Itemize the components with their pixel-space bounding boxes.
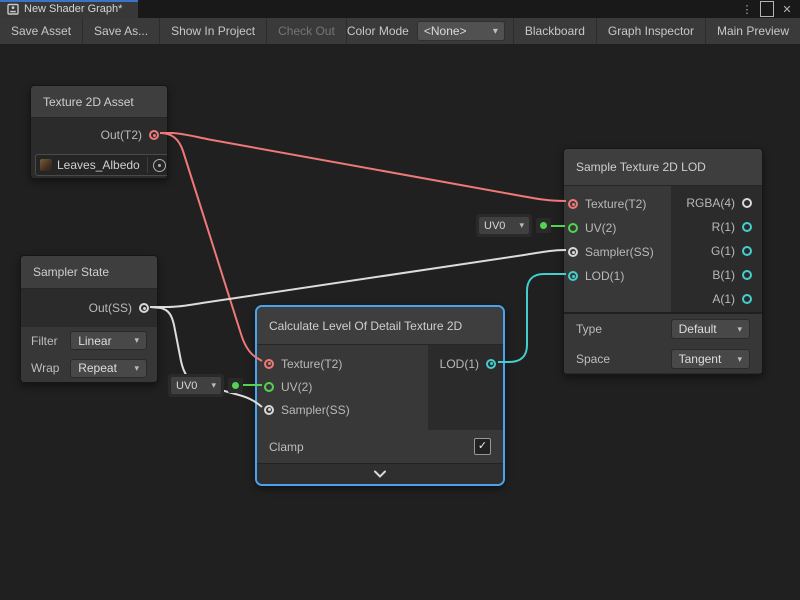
graph-inspector-button[interactable]: Graph Inspector <box>596 18 705 44</box>
filter-value: Linear <box>78 334 111 348</box>
filter-dropdown[interactable]: Linear <box>70 331 147 350</box>
port-label: Sampler(SS) <box>585 245 654 259</box>
port-r-output[interactable] <box>742 222 752 232</box>
port-label: B(1) <box>712 268 735 282</box>
port-label: UV(2) <box>585 221 616 235</box>
port-lod-input[interactable] <box>568 271 578 281</box>
edge-sampler-to-sample[interactable] <box>150 250 566 307</box>
toolbar: Save Asset Save As... Show In Project Ch… <box>0 18 800 44</box>
port-label: A(1) <box>712 292 735 306</box>
port-label: LOD(1) <box>440 357 479 371</box>
object-picker-icon[interactable] <box>153 159 166 172</box>
edge-texture-to-sample[interactable] <box>160 133 566 201</box>
node-title: Sampler State <box>21 256 157 289</box>
texture-thumbnail-icon <box>40 159 52 171</box>
close-icon[interactable]: ✕ <box>780 2 794 16</box>
window-controls: ⋮ ✕ <box>740 0 800 18</box>
port-texture-input[interactable] <box>568 199 578 209</box>
port-b-output[interactable] <box>742 270 752 280</box>
node-title: Calculate Level Of Detail Texture 2D <box>257 307 503 345</box>
active-tab-accent <box>0 0 138 2</box>
port-label: RGBA(4) <box>686 196 735 210</box>
maximize-glyph <box>760 1 774 17</box>
check-out-button: Check Out <box>267 18 347 44</box>
port-out-ss[interactable] <box>139 303 149 313</box>
color-mode-label: Color Mode <box>347 18 417 44</box>
port-a-output[interactable] <box>742 294 752 304</box>
type-value: Default <box>679 322 717 336</box>
uv-connector-dot-icon <box>232 382 239 389</box>
maximize-icon[interactable] <box>760 2 774 16</box>
uv-channel-value: UV0 <box>484 220 505 232</box>
port-out-t2[interactable] <box>149 130 159 140</box>
port-label: Out(T2) <box>101 128 142 142</box>
show-in-project-button[interactable]: Show In Project <box>160 18 267 44</box>
node-title: Sample Texture 2D LOD <box>564 149 762 186</box>
uv-connector-dot-icon <box>540 222 547 229</box>
color-mode-value: <None> <box>424 24 467 38</box>
edge-lod-to-sample[interactable] <box>498 274 566 362</box>
uv-channel-value: UV0 <box>176 380 197 392</box>
main-preview-button[interactable]: Main Preview <box>705 18 800 44</box>
port-label: Out(SS) <box>89 301 132 315</box>
node-expander[interactable] <box>257 463 503 484</box>
shader-graph-window: New Shader Graph* ⋮ ✕ Save Asset Save As… <box>0 0 800 600</box>
space-dropdown[interactable]: Tangent <box>671 349 750 369</box>
port-lod-output[interactable] <box>486 359 496 369</box>
graph-canvas[interactable]: Texture 2D Asset Out(T2) Leaves_Albedo S… <box>0 44 800 600</box>
node-sample-texture-2d-lod[interactable]: Sample Texture 2D LOD Texture(T2) UV(2) … <box>563 148 763 375</box>
shader-graph-icon <box>7 3 19 15</box>
uv-channel-dropdown[interactable]: UV0 <box>171 377 221 394</box>
type-dropdown[interactable]: Default <box>671 319 750 339</box>
port-label: UV(2) <box>281 380 312 394</box>
uv-chip-panel: UV0 <box>476 214 532 237</box>
port-texture-input[interactable] <box>264 359 274 369</box>
color-mode-dropdown[interactable]: <None> <box>417 21 505 41</box>
node-calculate-lod-texture-2d[interactable]: Calculate Level Of Detail Texture 2D Tex… <box>255 305 505 486</box>
port-g-output[interactable] <box>742 246 752 256</box>
filter-label: Filter <box>31 334 70 348</box>
save-asset-button[interactable]: Save Asset <box>0 18 83 44</box>
wrap-label: Wrap <box>31 361 70 375</box>
field-divider <box>147 157 148 173</box>
port-rgba-output[interactable] <box>742 198 752 208</box>
clamp-checkbox[interactable]: ✓ <box>474 438 491 455</box>
port-sampler-input[interactable] <box>568 247 578 257</box>
uv-chip-panel: UV0 <box>168 374 224 397</box>
window-tab[interactable]: New Shader Graph* <box>0 0 138 18</box>
node-sampler-state[interactable]: Sampler State Out(SS) Filter Linear Wrap… <box>20 255 158 383</box>
tab-title: New Shader Graph* <box>24 3 122 15</box>
port-label: R(1) <box>712 220 735 234</box>
wrap-dropdown[interactable]: Repeat <box>70 359 147 378</box>
port-label: G(1) <box>711 244 735 258</box>
space-value: Tangent <box>679 352 722 366</box>
space-label: Space <box>576 352 671 366</box>
uv-chip-calc: UV0 <box>168 374 243 397</box>
node-title: Texture 2D Asset <box>31 86 167 118</box>
port-label: Texture(T2) <box>281 357 342 371</box>
titlebar: New Shader Graph* ⋮ ✕ <box>0 0 800 18</box>
edge-texture-to-calc[interactable] <box>160 133 262 361</box>
texture-name: Leaves_Albedo <box>57 158 140 172</box>
port-label: LOD(1) <box>585 269 624 283</box>
uv-channel-dropdown[interactable]: UV0 <box>479 217 529 234</box>
uv-chip-sample: UV0 <box>476 214 551 237</box>
texture-object-field[interactable]: Leaves_Albedo <box>35 154 168 176</box>
port-label: Sampler(SS) <box>281 403 350 417</box>
port-sampler-input[interactable] <box>264 405 274 415</box>
kebab-menu-icon[interactable]: ⋮ <box>740 2 754 16</box>
type-label: Type <box>576 322 671 336</box>
save-as-button[interactable]: Save As... <box>83 18 160 44</box>
clamp-label: Clamp <box>269 440 304 454</box>
uv-chip-connector <box>228 378 243 393</box>
port-uv-input[interactable] <box>264 382 274 392</box>
node-texture-2d-asset[interactable]: Texture 2D Asset Out(T2) Leaves_Albedo <box>30 85 168 179</box>
chevron-down-icon <box>373 470 387 478</box>
port-uv-input[interactable] <box>568 223 578 233</box>
uv-chip-connector <box>536 218 551 233</box>
port-label: Texture(T2) <box>585 197 646 211</box>
blackboard-button[interactable]: Blackboard <box>513 18 596 44</box>
wrap-value: Repeat <box>78 361 117 375</box>
